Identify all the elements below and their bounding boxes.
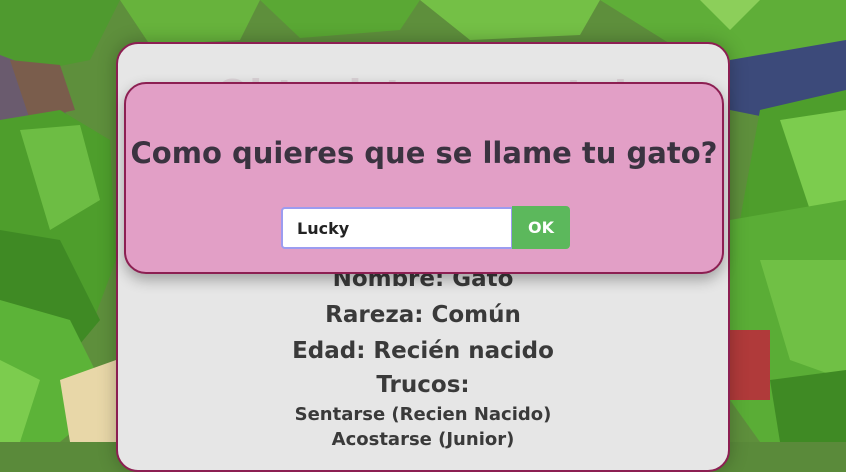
dialog-question: Como quieres que se llame tu gato? xyxy=(130,136,718,170)
pet-tricks-label: Trucos: xyxy=(376,372,470,398)
trick-item: Sentarse (Recien Nacido) xyxy=(294,404,552,425)
trick-item: Acostarse (Junior) xyxy=(331,429,515,450)
name-pet-dialog: Como quieres que se llame tu gato? OK xyxy=(124,82,724,274)
pet-age-line: Edad: Recién nacido xyxy=(292,338,554,364)
ok-button[interactable]: OK xyxy=(512,206,570,249)
pet-name-input[interactable] xyxy=(281,207,513,249)
pet-rarity-line: Rareza: Común xyxy=(325,302,521,328)
